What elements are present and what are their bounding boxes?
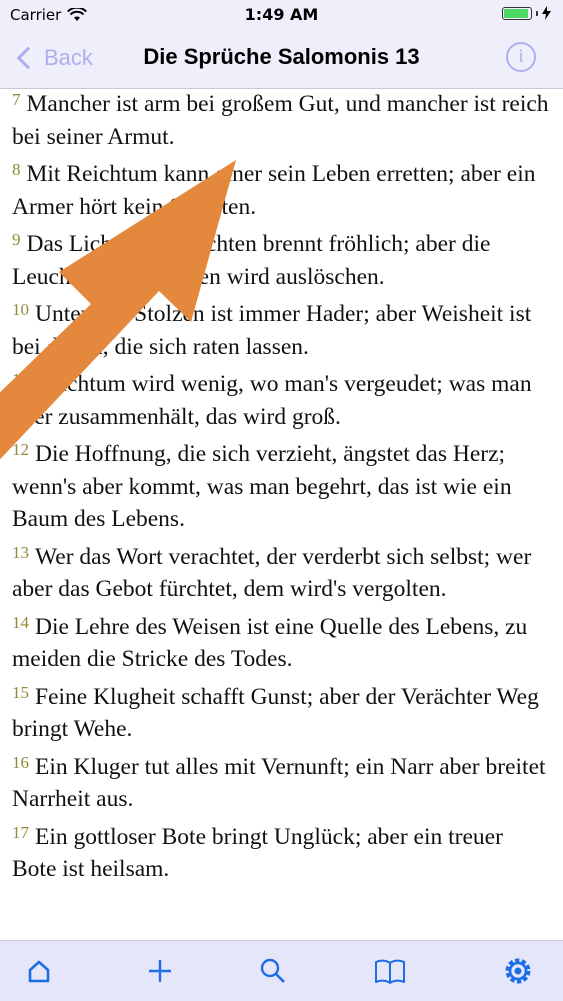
verse-number: 9 <box>12 230 21 249</box>
verse-text: Feine Klugheit schafft Gunst; aber der V… <box>12 683 539 743</box>
verse-number: 13 <box>12 542 29 562</box>
verse-text: Ein gottloser Bote bringt Unglück; aber … <box>12 823 503 883</box>
battery-tip <box>536 10 538 16</box>
charging-icon <box>542 6 551 20</box>
verse-number: 15 <box>12 682 29 702</box>
status-time: 1:49 AM <box>244 5 319 24</box>
verse-text: Unter den Stolzen ist immer Hader; aber … <box>12 301 532 360</box>
search-icon[interactable] <box>256 954 290 988</box>
verse-text: Die Lehre des Weisen ist eine Quelle des… <box>12 613 528 673</box>
home-icon[interactable] <box>22 954 56 988</box>
verse-text: Wer das Wort verachtet, der verderbt sic… <box>12 543 532 603</box>
tab-bar <box>0 940 563 1001</box>
verse-number: 12 <box>12 440 29 459</box>
verse: 11 Reichtum wird wenig, wo man's vergeude… <box>12 368 552 433</box>
navigation-bar: Back Die Sprüche Salomonis 13 i <box>0 30 563 89</box>
verse: 17 Ein gottloser Bote bringt Unglück; abe… <box>12 821 552 886</box>
verse-number: 7 <box>12 90 21 109</box>
battery-icon <box>502 6 532 20</box>
verse-text: Das Licht der Gerechten brennt fröhlich;… <box>12 231 491 290</box>
verse-number: 14 <box>12 612 29 632</box>
verse-text: Die Hoffnung, die sich verzieht, ängstet… <box>12 441 512 532</box>
page-title: Die Sprüche Salomonis 13 <box>143 44 420 69</box>
verse-number: 17 <box>12 822 29 842</box>
verse: 13 Wer das Wort verachtet, der verderbt s… <box>12 541 552 606</box>
verse: 7 Mancher ist arm bei großem Gut, und man… <box>12 88 552 153</box>
verse-text: Mancher ist arm bei großem Gut, und manc… <box>12 91 549 150</box>
info-icon: i <box>518 46 524 67</box>
verse-text: Mit Reichtum kann einer sein Leben erret… <box>12 161 536 220</box>
verse-number: 8 <box>12 160 21 179</box>
info-button[interactable]: i <box>506 42 536 72</box>
verse-text: Reichtum wird wenig, wo man's vergeudet;… <box>12 371 532 430</box>
verse: 16 Ein Kluger tut alles mit Vernunft; ein… <box>12 751 552 816</box>
verse: 10 Unter den Stolzen ist immer Hader; abe… <box>12 298 552 363</box>
plus-icon[interactable] <box>143 954 177 988</box>
verse: 12 Die Hoffnung, die sich verzieht, ängst… <box>12 438 552 536</box>
verse-number: 10 <box>12 300 29 319</box>
book-icon[interactable] <box>373 954 407 988</box>
verse: 8 Mit Reichtum kann einer sein Leben erre… <box>12 158 552 223</box>
status-right <box>502 6 551 20</box>
status-bar: Carrier 1:49 AM <box>0 0 563 30</box>
verse: 14 Die Lehre des Weisen ist eine Quelle d… <box>12 611 552 676</box>
verse-number: 16 <box>12 752 29 772</box>
verse: 15 Feine Klugheit schafft Gunst; aber der… <box>12 681 552 746</box>
verse-number: 11 <box>12 370 29 389</box>
chapter-text[interactable]: 7 Mancher ist arm bei großem Gut, und man… <box>12 88 552 940</box>
gear-icon[interactable] <box>501 954 535 988</box>
verse-text: Ein Kluger tut alles mit Vernunft; ein N… <box>12 753 546 813</box>
verse: 9 Das Licht der Gerechten brennt fröhlich… <box>12 228 552 293</box>
